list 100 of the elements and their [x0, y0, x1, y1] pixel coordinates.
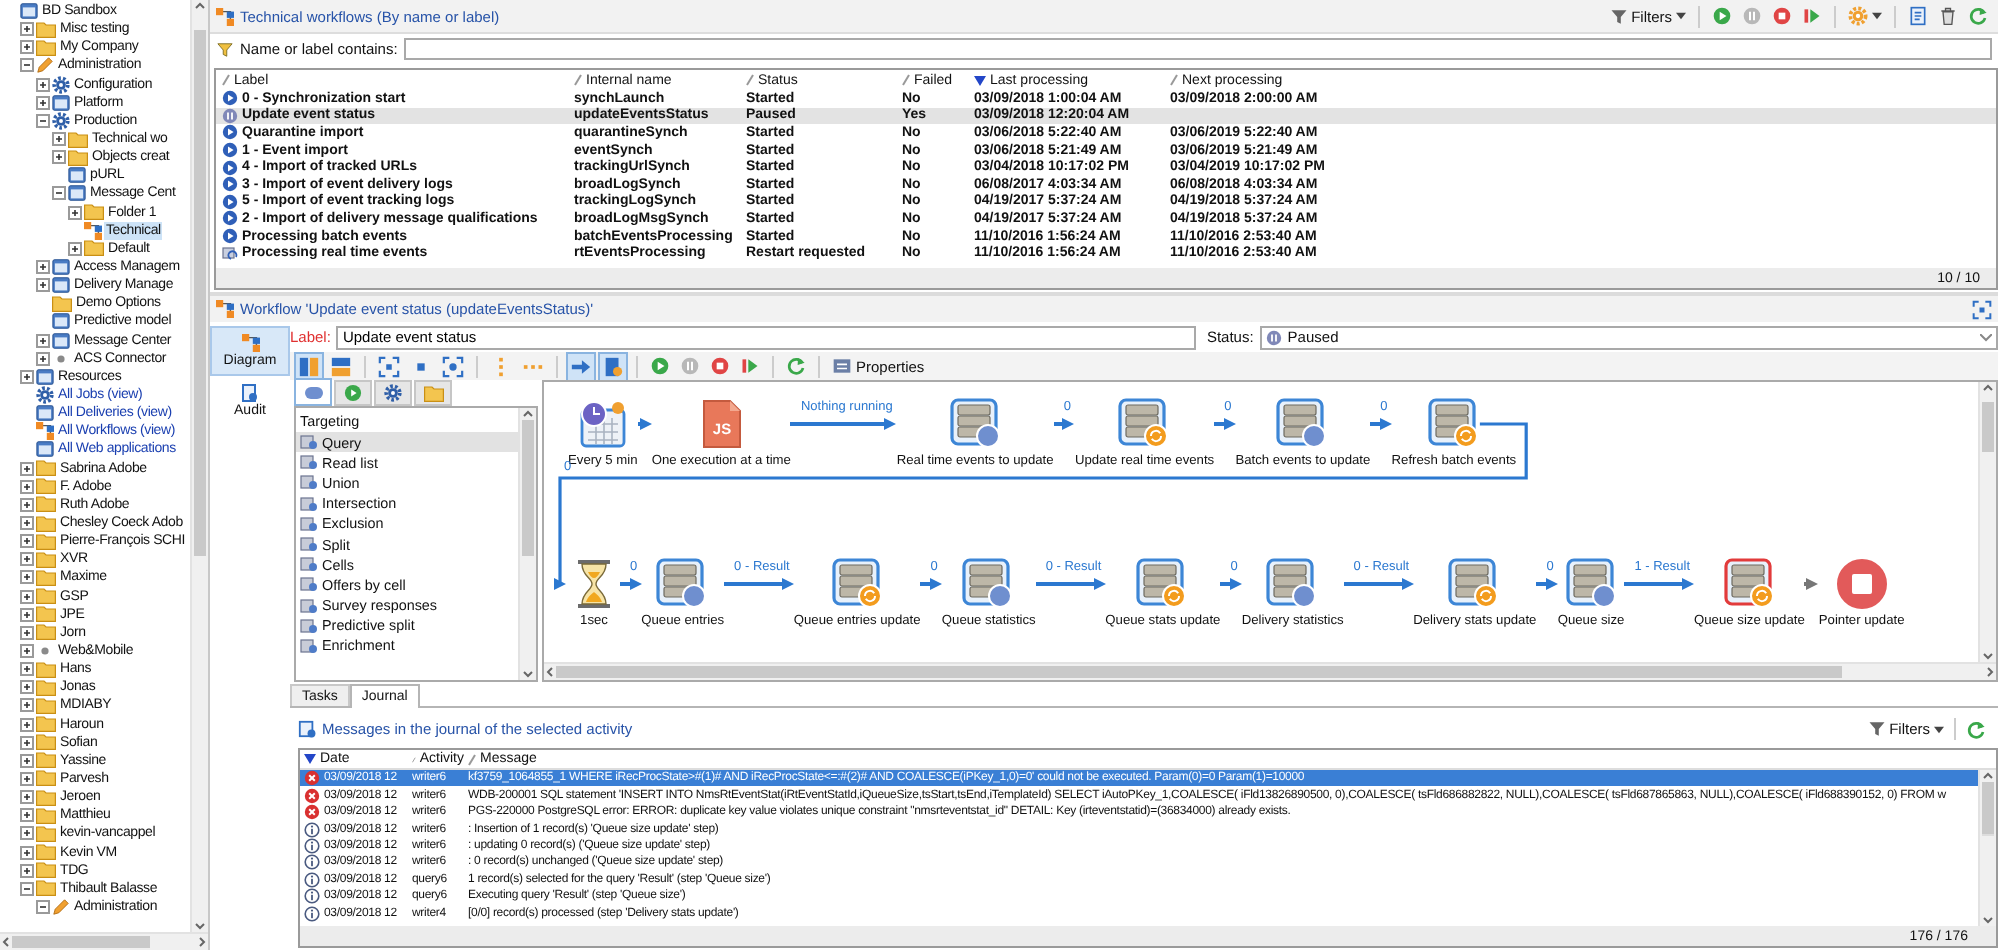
expand-toggle[interactable]	[20, 625, 34, 640]
expand-toggle[interactable]	[20, 40, 34, 55]
expand-toggle[interactable]	[52, 150, 66, 165]
expand-toggle[interactable]	[20, 753, 34, 768]
database-icon[interactable]	[1565, 558, 1617, 610]
sort-arrow-icon[interactable]	[974, 75, 986, 85]
stop-icon[interactable]	[1835, 558, 1888, 610]
expand-toggle[interactable]	[20, 497, 34, 512]
database-icon[interactable]	[962, 558, 1015, 610]
scrollbar-thumb[interactable]	[12, 936, 150, 948]
expand-toggle[interactable]	[20, 826, 34, 841]
activity-icon	[300, 617, 318, 634]
maximize-icon[interactable]	[1972, 299, 1992, 319]
expand-toggle[interactable]	[20, 22, 34, 37]
expand-toggle[interactable]	[20, 552, 34, 567]
workflow-icon	[36, 422, 54, 441]
expand-toggle[interactable]	[20, 369, 34, 384]
horizontal-scrollbar[interactable]	[0, 932, 208, 950]
actions-icon	[1848, 6, 1868, 26]
expand-toggle[interactable]	[20, 845, 34, 860]
expand-toggle[interactable]	[20, 662, 34, 677]
refresh-icon	[786, 356, 806, 376]
database-refresh-icon[interactable]	[831, 558, 884, 610]
expand-toggle[interactable]	[20, 680, 34, 695]
database-icon[interactable]	[1266, 558, 1319, 610]
search-field[interactable]	[403, 38, 1992, 60]
scrollbar-thumb[interactable]	[194, 30, 206, 557]
scrollbar-thumb[interactable]	[1982, 401, 1994, 453]
workflow-icon	[84, 221, 102, 240]
database-icon[interactable]	[949, 398, 1002, 450]
database-refresh-icon[interactable]	[1118, 398, 1171, 450]
horizontal-scrollbar[interactable]	[544, 662, 1996, 680]
database-refresh-icon[interactable]	[1723, 558, 1776, 610]
activity-icon	[300, 434, 318, 451]
expand-toggle[interactable]	[20, 534, 34, 549]
expand-toggle[interactable]	[20, 790, 34, 805]
start-icon	[1712, 6, 1732, 26]
collapse-toggle[interactable]	[52, 186, 66, 201]
start-button[interactable]	[1708, 2, 1736, 30]
caret-icon	[1676, 12, 1686, 20]
play-circle-icon	[222, 90, 238, 107]
expand-toggle[interactable]	[20, 808, 34, 823]
vertical-scrollbar[interactable]	[518, 408, 536, 680]
database-icon[interactable]	[656, 558, 709, 610]
scrollbar-thumb[interactable]	[522, 420, 534, 557]
collapse-toggle[interactable]	[20, 881, 34, 896]
expand-toggle[interactable]	[20, 698, 34, 713]
expand-toggle[interactable]	[52, 132, 66, 147]
expand-toggle[interactable]	[20, 570, 34, 585]
expand-toggle[interactable]	[36, 77, 50, 92]
expand-toggle[interactable]	[36, 278, 50, 293]
play-circle-icon	[344, 384, 362, 402]
vertical-layout-button[interactable]	[294, 351, 324, 381]
vertical-scrollbar[interactable]	[1978, 382, 1996, 662]
refresh-icon	[1968, 6, 1988, 26]
vertical-scrollbar[interactable]	[190, 0, 208, 932]
collapse-toggle[interactable]	[36, 899, 50, 914]
expand-toggle[interactable]	[68, 241, 82, 256]
stop-button[interactable]	[706, 352, 734, 380]
start-button[interactable]	[646, 352, 674, 380]
collapse-toggle[interactable]	[20, 58, 34, 73]
expand-toggle[interactable]	[20, 479, 34, 494]
delete-icon	[1938, 6, 1958, 26]
arrow-button[interactable]	[566, 351, 596, 381]
expand-toggle[interactable]	[20, 607, 34, 622]
expand-toggle[interactable]	[36, 95, 50, 110]
database-icon[interactable]	[1276, 398, 1329, 450]
expand-toggle[interactable]	[20, 771, 34, 786]
activity-icon	[300, 576, 318, 593]
database-refresh-icon[interactable]	[1448, 558, 1501, 610]
scrollbar-thumb[interactable]	[1982, 782, 1994, 837]
pencil-icon	[36, 56, 54, 75]
fit-button[interactable]	[374, 351, 404, 381]
expand-toggle[interactable]	[36, 260, 50, 275]
zoom-button[interactable]	[438, 351, 468, 381]
actions-button[interactable]	[1844, 2, 1886, 30]
expand-toggle[interactable]	[68, 205, 82, 220]
vertical-scrollbar[interactable]	[1978, 770, 1996, 926]
palette-tab[interactable]	[294, 378, 332, 406]
database-refresh-icon[interactable]	[1427, 398, 1480, 450]
activity-icon	[300, 597, 318, 614]
calendar-clock-icon[interactable]	[576, 398, 629, 450]
expand-toggle[interactable]	[20, 516, 34, 530]
refresh-button[interactable]	[782, 352, 810, 380]
sort-arrow-icon[interactable]	[304, 754, 316, 764]
palette-tab[interactable]	[374, 380, 412, 406]
expand-toggle[interactable]	[20, 461, 34, 476]
resume-icon	[1802, 6, 1822, 26]
expand-toggle[interactable]	[20, 735, 34, 750]
expand-toggle[interactable]	[20, 863, 34, 878]
database-refresh-icon[interactable]	[1136, 558, 1189, 610]
expand-toggle[interactable]	[20, 643, 34, 658]
expand-toggle[interactable]	[36, 351, 50, 366]
document-button[interactable]	[598, 351, 628, 381]
expand-toggle[interactable]	[36, 333, 50, 348]
scrollbar-thumb[interactable]	[556, 666, 1842, 678]
collapse-toggle[interactable]	[36, 113, 50, 128]
expand-toggle[interactable]	[20, 717, 34, 732]
stop-button[interactable]	[1768, 2, 1796, 30]
expand-toggle[interactable]	[20, 589, 34, 604]
